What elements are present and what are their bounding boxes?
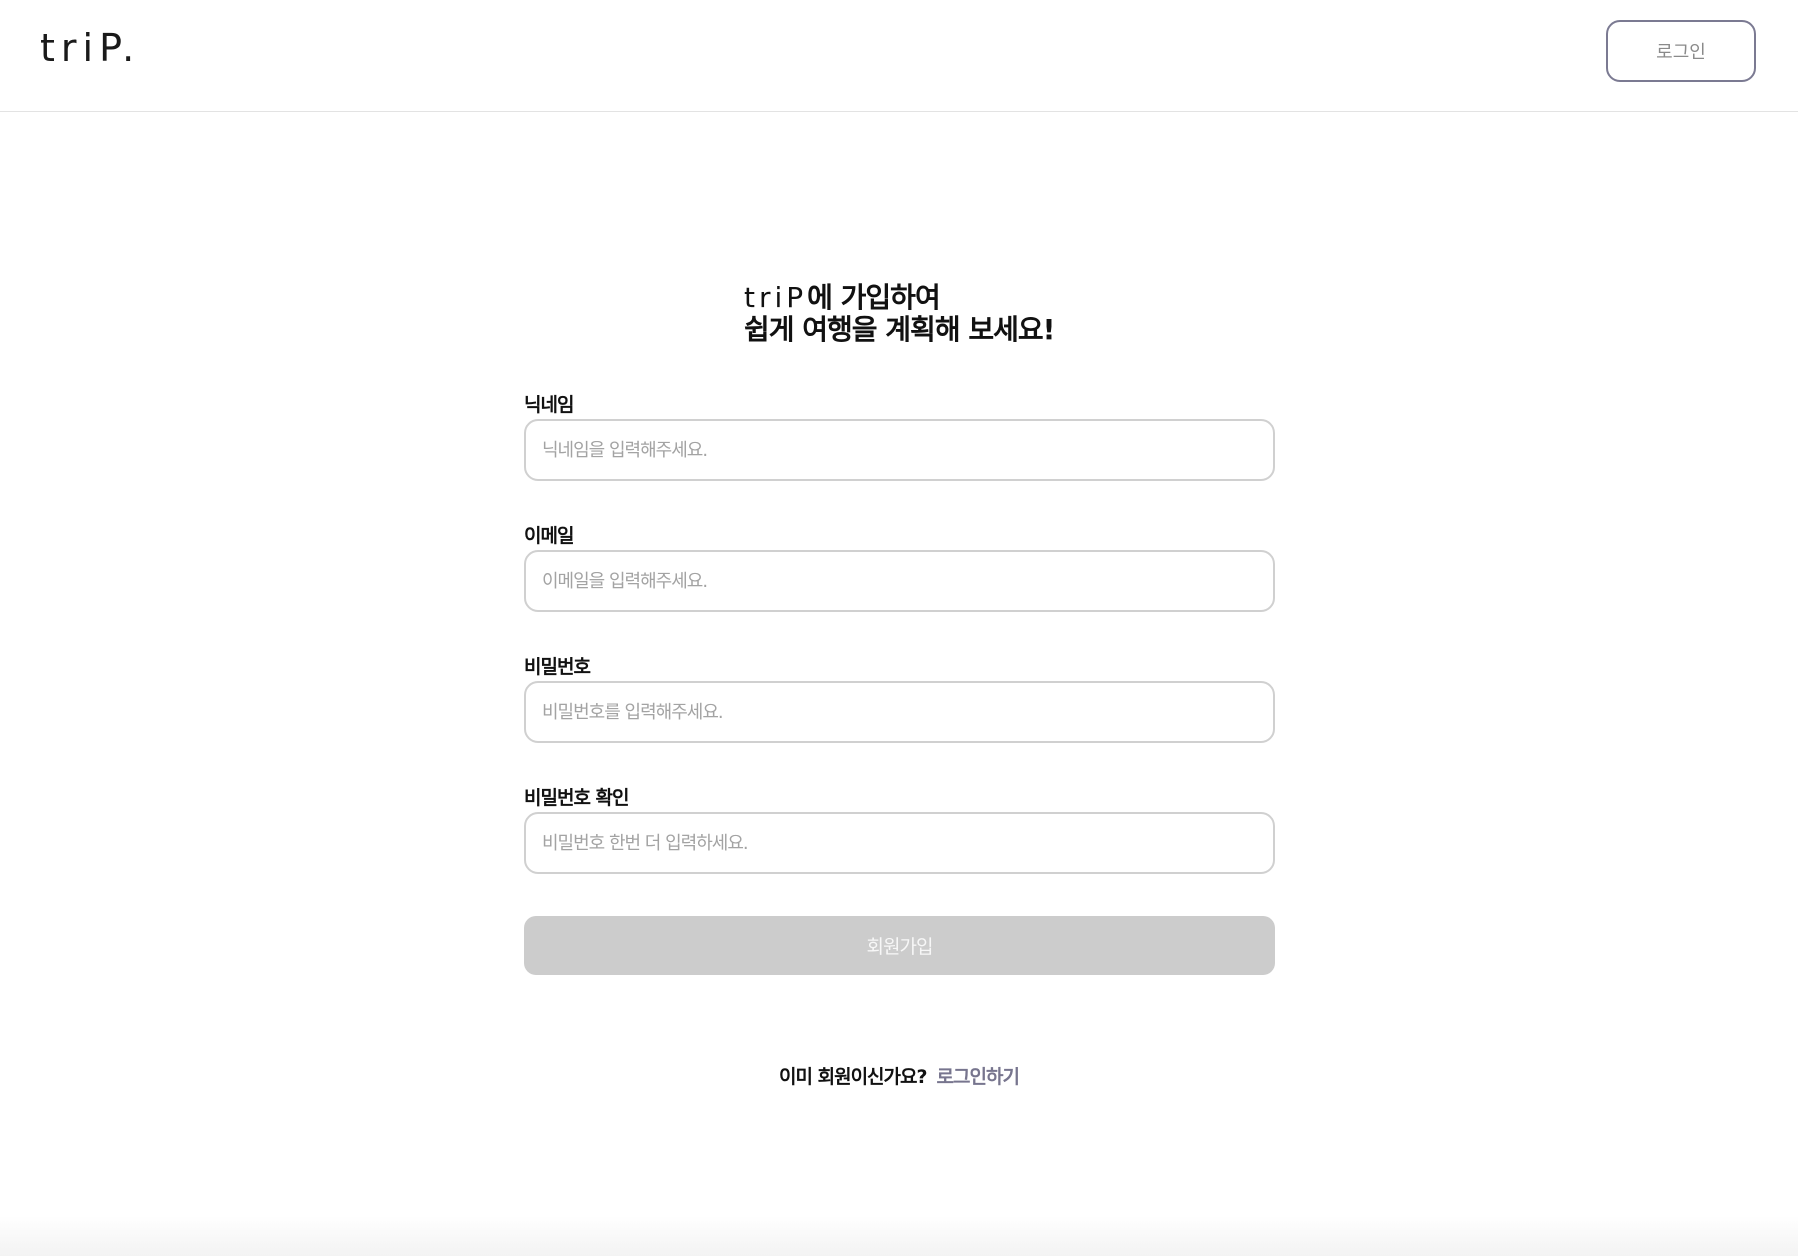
login-link[interactable]: 로그인하기 <box>937 1066 1020 1088</box>
header-login-button[interactable]: 로그인 <box>1606 20 1756 82</box>
password-label: 비밀번호 <box>524 656 591 678</box>
nickname-label: 닉네임 <box>524 394 574 416</box>
nickname-input[interactable] <box>524 419 1275 481</box>
logo[interactable]: triP. <box>40 26 140 70</box>
password-confirm-label: 비밀번호 확인 <box>524 787 629 809</box>
password-input[interactable] <box>524 681 1275 743</box>
bottom-fade <box>0 1216 1798 1256</box>
title-brand: triP <box>744 281 808 314</box>
email-label: 이메일 <box>524 525 574 547</box>
password-confirm-field: 비밀번호 확인 <box>524 779 1275 910</box>
login-prompt-question: 이미 회원이신가요? <box>779 1066 927 1088</box>
signup-form: 닉네임 이메일 비밀번호 비밀번호 확인 <box>524 386 1275 910</box>
signup-page: triP. 로그인 triP에 가입하여 쉽게 여행을 계획해 보세요! 닉네임… <box>0 0 1798 1256</box>
title-line2: 쉽게 여행을 계획해 보세요! <box>744 313 1055 346</box>
nickname-field: 닉네임 <box>524 386 1275 517</box>
signup-submit-button[interactable]: 회원가입 <box>524 916 1275 975</box>
title-line1-rest: 에 가입하여 <box>807 281 941 314</box>
login-prompt: 이미 회원이신가요? 로그인하기 <box>0 1062 1798 1089</box>
password-field: 비밀번호 <box>524 648 1275 779</box>
email-input[interactable] <box>524 550 1275 612</box>
top-header: triP. 로그인 <box>0 0 1798 112</box>
page-title: triP에 가입하여 쉽게 여행을 계획해 보세요! <box>744 282 1164 346</box>
password-confirm-input[interactable] <box>524 812 1275 874</box>
email-field: 이메일 <box>524 517 1275 648</box>
